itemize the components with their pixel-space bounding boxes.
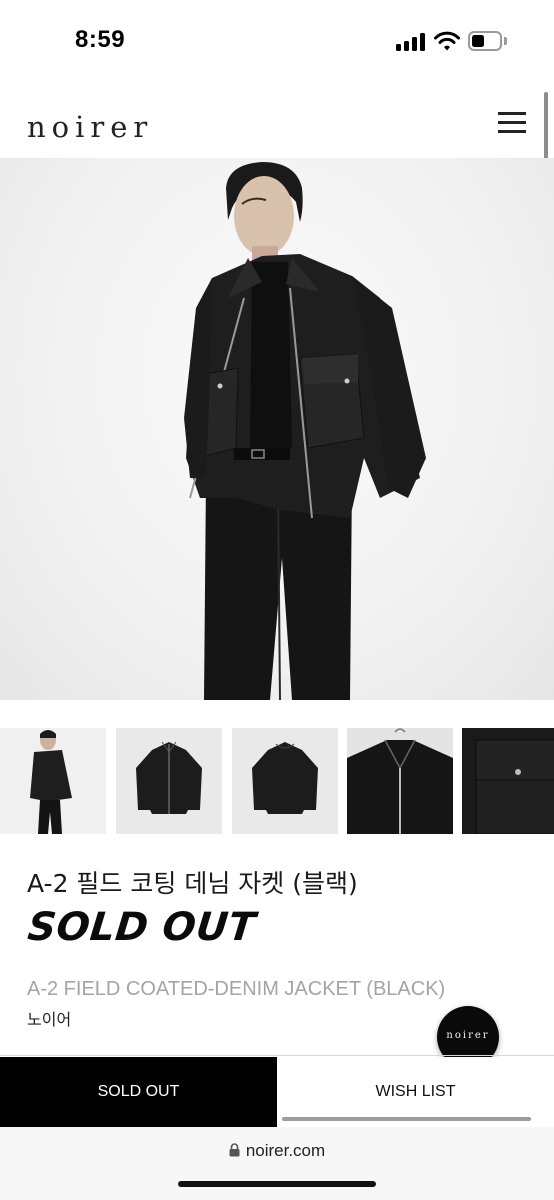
- thumbnail-strip: [0, 728, 554, 834]
- sold-out-button[interactable]: SOLD OUT: [0, 1057, 277, 1127]
- hamburger-menu-icon[interactable]: [496, 112, 528, 134]
- brand-name[interactable]: 노이어: [27, 1006, 71, 1030]
- floating-brand-label: noirer: [446, 1030, 490, 1041]
- thumbnail-jacket-flat-front[interactable]: [116, 728, 222, 834]
- browser-url-bar[interactable]: noirer.com: [0, 1127, 554, 1200]
- status-time: 8:59: [75, 26, 126, 53]
- thumbnail-jacket-collar-closeup[interactable]: [347, 728, 453, 834]
- battery-icon: [468, 31, 508, 51]
- site-logo[interactable]: noirer: [27, 110, 153, 144]
- home-indicator[interactable]: [178, 1181, 376, 1187]
- product-title-ko: A-2 필드 코팅 데님 자켓 (블랙): [27, 869, 358, 898]
- product-main-image[interactable]: [0, 158, 554, 700]
- wifi-icon: [434, 30, 460, 52]
- cellular-signal-icon: [396, 33, 426, 51]
- url-display[interactable]: noirer.com: [0, 1141, 554, 1162]
- thumbnail-model-front[interactable]: [0, 728, 106, 834]
- lock-icon: [229, 1142, 240, 1162]
- thumbnail-jacket-flat-back[interactable]: [232, 728, 338, 834]
- product-title-en: A-2 FIELD COATED-DENIM JACKET (BLACK): [27, 978, 446, 1000]
- thumbnail-jacket-pocket-closeup[interactable]: [462, 728, 554, 834]
- horizontal-scrollbar[interactable]: [282, 1117, 531, 1121]
- sold-out-status: SOLD OUT: [25, 905, 258, 950]
- status-bar: 8:59: [0, 0, 554, 84]
- url-text: noirer.com: [245, 1141, 326, 1160]
- site-header: noirer: [0, 90, 554, 154]
